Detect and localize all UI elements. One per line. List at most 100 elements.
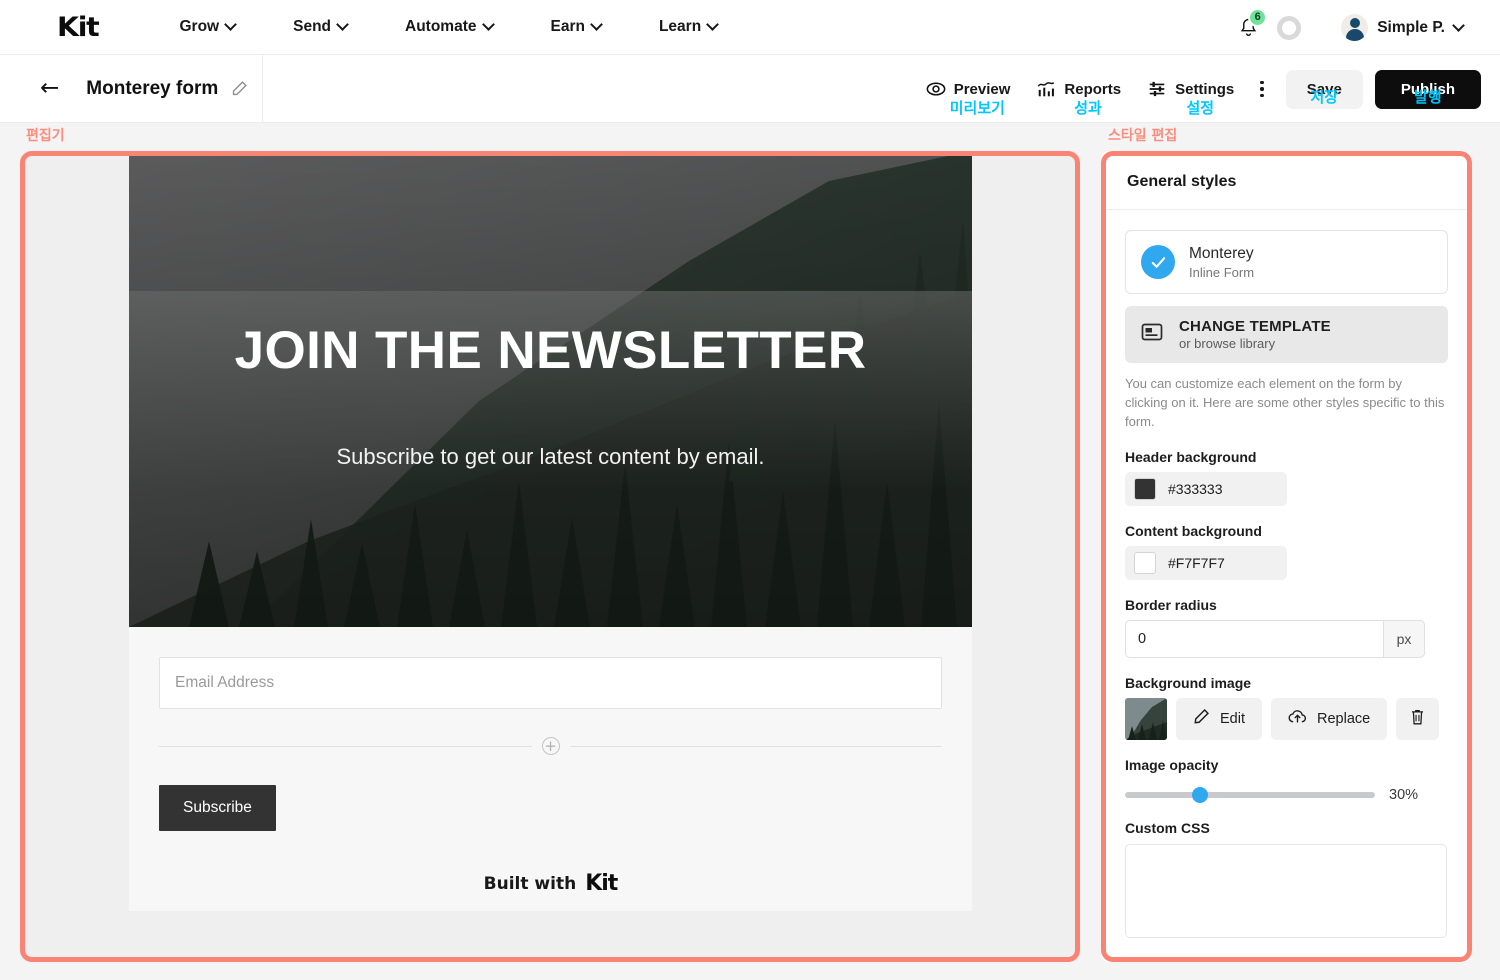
nav-item-send[interactable]: Send bbox=[293, 18, 348, 36]
color-swatch bbox=[1134, 551, 1156, 574]
kebab-menu-icon[interactable] bbox=[1260, 80, 1264, 98]
chevron-down-icon bbox=[592, 20, 602, 30]
eye-icon bbox=[926, 79, 946, 99]
settings-label: Settings bbox=[1175, 80, 1235, 98]
nav-item-automate[interactable]: Automate bbox=[405, 18, 493, 36]
template-name: Monterey bbox=[1189, 245, 1254, 262]
custom-css-label: Custom CSS bbox=[1125, 819, 1210, 836]
border-radius-unit: px bbox=[1383, 619, 1425, 658]
replace-label: Replace bbox=[1317, 710, 1371, 727]
subscribe-button[interactable]: Subscribe bbox=[159, 785, 276, 831]
chevron-down-icon bbox=[1454, 21, 1464, 31]
style-panel-hint: You can customize each element on the fo… bbox=[1125, 376, 1445, 430]
notifications-button[interactable]: 6 bbox=[1231, 7, 1268, 45]
preview-label: Preview bbox=[953, 80, 1011, 98]
template-card[interactable]: Monterey Inline Form bbox=[1125, 230, 1448, 295]
nav-item-label: Grow bbox=[179, 18, 220, 35]
kit-brand-logo: Kit bbox=[585, 871, 618, 896]
avatar bbox=[1341, 14, 1369, 41]
custom-css-textarea[interactable] bbox=[1125, 843, 1447, 938]
color-swatch bbox=[1134, 477, 1156, 500]
form-toolbar: ← Monterey form Preview 미리보기 Reports 성과 … bbox=[0, 55, 1500, 123]
form-preview-card: JOIN THE NEWSLETTER Subscribe to get our… bbox=[129, 151, 972, 911]
preview-button[interactable]: Preview 미리보기 bbox=[926, 79, 1011, 117]
preview-label-korean: 미리보기 bbox=[949, 99, 1005, 117]
image-opacity-value: 30% bbox=[1389, 786, 1419, 803]
delete-image-button[interactable] bbox=[1396, 697, 1440, 740]
save-label-korean: 저장 bbox=[1310, 87, 1339, 106]
image-opacity-control: 30% bbox=[1125, 786, 1448, 803]
save-button[interactable]: Save 저장 bbox=[1285, 69, 1363, 109]
reports-label-korean: 성과 bbox=[1074, 99, 1102, 117]
built-with-footer[interactable]: Built with Kit bbox=[159, 871, 942, 896]
reports-label: Reports bbox=[1064, 80, 1122, 98]
edit-image-button[interactable]: Edit bbox=[1176, 697, 1262, 740]
workspace: 편집기 스타일 편집 JOIN THE NEWSLETTER Subscribe… bbox=[0, 123, 1500, 980]
template-type: Inline Form bbox=[1189, 265, 1255, 281]
annotation-style-editor-label: 스타일 편집 bbox=[1108, 128, 1178, 144]
border-radius-input[interactable] bbox=[1125, 619, 1383, 658]
nav-item-label: Send bbox=[293, 18, 332, 35]
border-radius-control: px bbox=[1125, 619, 1425, 658]
template-icon bbox=[1140, 320, 1164, 349]
header-background-color-picker[interactable]: #333333 bbox=[1125, 471, 1287, 506]
content-background-value: #F7F7F7 bbox=[1168, 554, 1225, 571]
top-navigation-bar: Kit Grow Send Automate Earn Learn 6 Simp… bbox=[0, 0, 1500, 55]
account-name: Simple P. bbox=[1377, 18, 1445, 36]
primary-nav: Grow Send Automate Earn Learn bbox=[179, 18, 775, 36]
style-editor-panel: General styles Monterey Inline Form CHAN… bbox=[1101, 151, 1472, 962]
top-nav-right-cluster: 6 Simple P. bbox=[1231, 0, 1464, 55]
check-circle-icon bbox=[1141, 245, 1175, 280]
background-image-label: Background image bbox=[1125, 674, 1252, 691]
nav-item-learn[interactable]: Learn bbox=[659, 18, 718, 36]
email-input[interactable] bbox=[159, 657, 942, 709]
toolbar-divider bbox=[262, 55, 263, 123]
form-content-block: + Subscribe Built with Kit bbox=[129, 627, 972, 911]
notification-count-badge: 6 bbox=[1248, 7, 1268, 27]
image-opacity-slider[interactable] bbox=[1125, 786, 1375, 803]
settings-label-korean: 설정 bbox=[1186, 99, 1215, 117]
account-menu[interactable]: Simple P. bbox=[1341, 14, 1464, 41]
plus-circle-icon[interactable]: + bbox=[541, 737, 560, 755]
form-subheading[interactable]: Subscribe to get our latest content by e… bbox=[336, 444, 764, 470]
slider-knob[interactable] bbox=[1192, 786, 1208, 803]
back-arrow-icon[interactable]: ← bbox=[40, 77, 59, 100]
chevron-down-icon bbox=[226, 20, 236, 30]
background-image-thumbnail[interactable] bbox=[1125, 697, 1167, 740]
sliders-icon bbox=[1147, 79, 1167, 99]
reports-button[interactable]: Reports 성과 bbox=[1036, 79, 1122, 117]
change-template-button[interactable]: CHANGE TEMPLATE or browse library bbox=[1125, 306, 1448, 364]
chevron-down-icon bbox=[338, 20, 348, 30]
replace-image-button[interactable]: Replace bbox=[1271, 697, 1388, 740]
toolbar-actions: Preview 미리보기 Reports 성과 Settings 설정 Save… bbox=[926, 55, 1481, 123]
header-background-label: Header background bbox=[1125, 448, 1257, 465]
cloud-upload-icon bbox=[1288, 708, 1307, 729]
nav-item-label: Automate bbox=[405, 18, 477, 35]
kit-logo[interactable]: Kit bbox=[57, 12, 100, 43]
border-radius-label: Border radius bbox=[1125, 596, 1217, 613]
style-panel-body: Monterey Inline Form CHANGE TEMPLATE or … bbox=[1101, 210, 1472, 962]
pencil-icon[interactable] bbox=[231, 80, 248, 97]
progress-ring-icon[interactable] bbox=[1277, 15, 1302, 40]
pencil-icon bbox=[1193, 708, 1210, 729]
nav-item-label: Learn bbox=[658, 18, 702, 35]
settings-button[interactable]: Settings 설정 bbox=[1147, 79, 1235, 117]
nav-item-earn[interactable]: Earn bbox=[551, 18, 602, 36]
publish-button[interactable]: Publish 발행 bbox=[1374, 69, 1481, 109]
change-template-title: CHANGE TEMPLATE bbox=[1179, 318, 1331, 336]
form-header-block[interactable]: JOIN THE NEWSLETTER Subscribe to get our… bbox=[129, 151, 972, 627]
nav-item-label: Earn bbox=[550, 18, 585, 35]
divider-right bbox=[569, 745, 942, 747]
content-background-color-picker[interactable]: #F7F7F7 bbox=[1125, 545, 1287, 580]
chevron-down-icon bbox=[484, 20, 494, 30]
header-background-value: #333333 bbox=[1168, 480, 1223, 497]
change-template-subtitle: or browse library bbox=[1179, 336, 1276, 352]
edit-label: Edit bbox=[1220, 710, 1245, 727]
chevron-down-icon bbox=[708, 20, 718, 30]
form-editor-canvas[interactable]: JOIN THE NEWSLETTER Subscribe to get our… bbox=[20, 151, 1080, 962]
content-background-label: Content background bbox=[1125, 522, 1262, 539]
page-title: Monterey form bbox=[86, 77, 219, 99]
form-heading[interactable]: JOIN THE NEWSLETTER bbox=[235, 320, 867, 381]
nav-item-grow[interactable]: Grow bbox=[179, 18, 236, 36]
divider-left bbox=[159, 745, 532, 747]
